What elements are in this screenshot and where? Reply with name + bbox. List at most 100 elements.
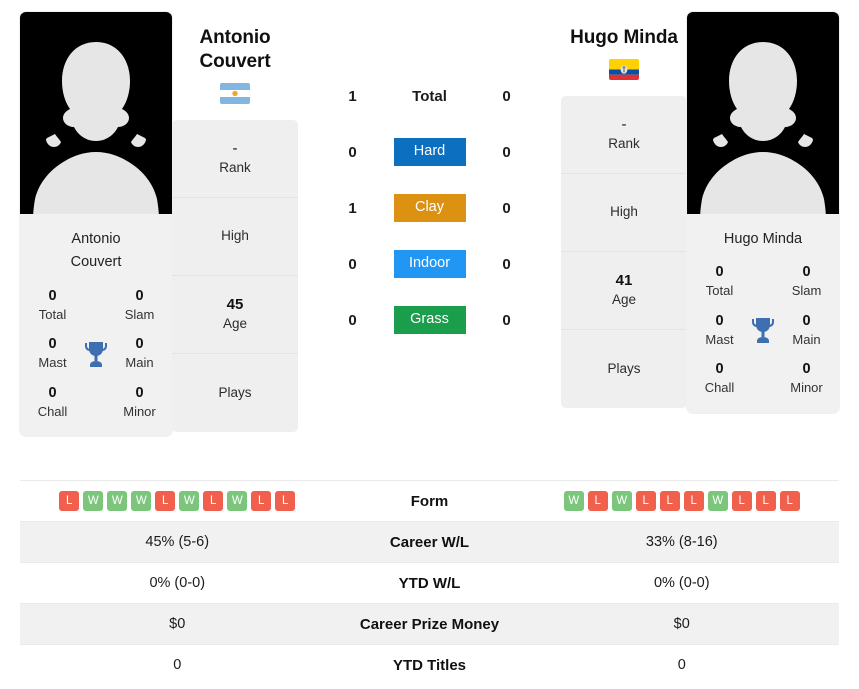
- player-photo-card-left[interactable]: Antonio Couvert 0 Total 0 Slam 0 Mast 0 …: [20, 12, 172, 437]
- info-row-plays-left: Plays: [172, 354, 298, 432]
- info-plays-label-right: Plays: [607, 360, 641, 376]
- form-badge-loss: L: [635, 491, 656, 511]
- trophy-total-right: 0 Total: [695, 263, 744, 299]
- h2h-grass-left-value: 0: [348, 311, 357, 329]
- photo-caption-line1-left: Antonio: [71, 231, 121, 247]
- trophy-slam-left: 0 Slam: [115, 287, 164, 323]
- info-age-label-left: Age: [222, 316, 248, 332]
- form-badge-loss: L: [155, 491, 176, 511]
- form-badges-right: WLWLLLWLLL: [563, 491, 800, 511]
- trophy-total-label-right: Total: [705, 283, 734, 299]
- player-name-left[interactable]: Antonio Couvert: [199, 26, 270, 74]
- trophy-mast-value-right: 0: [715, 312, 724, 329]
- stats-label-ytd-wl: YTD W/L: [398, 574, 461, 592]
- trophy-stats-right: 0 Total 0 Slam 0 Mast 0 Main 0 Chall 0 M…: [687, 263, 839, 413]
- form-badge-loss: L: [203, 491, 224, 511]
- trophy-main-label-right: Main: [792, 331, 821, 347]
- career-wl-left: 45% (5-6): [145, 534, 210, 550]
- ytd-titles-left: 0: [173, 657, 182, 673]
- trophy-minor-value-right: 0: [802, 361, 811, 378]
- trophy-main-right: 0 Main: [782, 312, 831, 348]
- h2h-grass-label-wrap: Grass: [376, 306, 484, 334]
- trophy-chall-left: 0 Chall: [28, 384, 77, 420]
- info-row-rank-right: - Rank: [561, 96, 687, 175]
- trophy-mast-left: 0 Mast: [28, 335, 77, 371]
- stats-label-career-prize-money: Career Prize Money: [359, 615, 500, 633]
- trophy-mast-value-left: 0: [48, 336, 57, 353]
- player-name-line1-right: Hugo Minda: [570, 27, 678, 48]
- h2h-clay-label-wrap: Clay: [376, 194, 484, 222]
- form-badges-left: LWWWLWLWLL: [59, 491, 296, 511]
- comparison-top-area: Antonio Couvert 0 Total 0 Slam 0 Mast 0 …: [0, 0, 859, 480]
- trophy-minor-left: 0 Minor: [115, 384, 164, 420]
- form-badge-win: W: [611, 491, 632, 511]
- trophy-minor-right: 0 Minor: [782, 360, 831, 396]
- trophy-chall-label-right: Chall: [704, 380, 735, 396]
- h2h-clay-left-value: 1: [348, 199, 357, 217]
- player-info-column-right: Hugo Minda - Rank High 41 Age Plays: [561, 12, 687, 409]
- h2h-total-label: Total: [412, 87, 447, 105]
- h2h-clay-right-value: 0: [502, 199, 511, 217]
- info-age-value-left: 45: [226, 296, 244, 314]
- stats-row-career-wl: 45% (5-6) Career W/L 33% (8-16): [20, 521, 839, 562]
- form-badge-loss: L: [683, 491, 704, 511]
- info-row-high-right: High: [561, 174, 687, 253]
- player-name-right[interactable]: Hugo Minda: [570, 26, 678, 50]
- stats-label-ytd-titles: YTD Titles: [392, 656, 467, 674]
- player-photo-card-right[interactable]: Hugo Minda 0 Total 0 Slam 0 Mast 0 Main …: [687, 12, 839, 413]
- h2h-total-right-value: 0: [502, 87, 511, 105]
- form-cell-left: LWWWLWLWLL: [20, 491, 335, 511]
- surface-badge-hard[interactable]: Hard: [393, 138, 466, 166]
- info-rank-label-left: Rank: [219, 160, 251, 176]
- trophy-chall-right: 0 Chall: [695, 360, 744, 396]
- h2h-row-hard: 0 Hard 0: [330, 124, 530, 180]
- trophy-icon: [752, 318, 774, 344]
- form-badge-win: W: [227, 491, 248, 511]
- player-photo-caption-left: Antonio Couvert: [20, 214, 172, 287]
- info-row-age-left: 45 Age: [172, 276, 298, 355]
- trophy-stats-left: 0 Total 0 Slam 0 Mast 0 Main 0 Chall 0 M…: [20, 286, 172, 437]
- form-badge-win: W: [107, 491, 128, 511]
- surface-badge-clay[interactable]: Clay: [393, 194, 466, 222]
- h2h-row-clay: 1 Clay 0: [330, 180, 530, 236]
- trophy-main-left: 0 Main: [115, 335, 164, 371]
- career-prize-money-left: $0: [169, 616, 186, 632]
- form-badge-loss: L: [275, 491, 296, 511]
- h2h-total-label-wrap: Total: [376, 88, 484, 105]
- info-age-value-right: 41: [615, 272, 633, 290]
- surface-badge-indoor[interactable]: Indoor: [393, 250, 466, 278]
- surface-badge-grass[interactable]: Grass: [393, 306, 466, 334]
- info-high-label-right: High: [610, 204, 638, 220]
- form-badge-win: W: [83, 491, 104, 511]
- trophy-total-value-right: 0: [715, 264, 724, 281]
- h2h-row-indoor: 0 Indoor 0: [330, 236, 530, 292]
- info-plays-label-left: Plays: [218, 384, 252, 400]
- form-badge-loss: L: [755, 491, 776, 511]
- trophy-main-value-left: 0: [135, 336, 144, 353]
- trophy-total-left: 0 Total: [28, 287, 77, 323]
- h2h-hard-left-value: 0: [348, 143, 357, 161]
- form-badge-loss: L: [587, 491, 608, 511]
- form-badge-loss: L: [779, 491, 800, 511]
- stats-row-career-prize-money: $0 Career Prize Money $0: [20, 603, 839, 644]
- ytd-wl-left: 0% (0-0): [149, 575, 206, 591]
- player-info-card-right: - Rank High 41 Age Plays: [561, 96, 687, 409]
- h2h-grass-right-value: 0: [502, 311, 511, 329]
- trophy-icon-wrap-left: [77, 340, 115, 368]
- form-badge-loss: L: [59, 491, 80, 511]
- trophy-slam-value-right: 0: [802, 264, 811, 281]
- ecuador-flag-icon: [609, 59, 639, 81]
- info-rank-value-left: -: [232, 140, 238, 158]
- career-wl-right: 33% (8-16): [645, 534, 718, 550]
- trophy-icon: [85, 341, 107, 367]
- h2h-row-grass: 0 Grass 0: [330, 292, 530, 348]
- h2h-indoor-left-value: 0: [348, 255, 357, 273]
- form-badge-loss: L: [251, 491, 272, 511]
- h2h-total-left-value: 1: [348, 87, 357, 105]
- info-rank-value-right: -: [621, 116, 627, 134]
- trophy-slam-right: 0 Slam: [782, 263, 831, 299]
- form-cell-right: WLWLLLWLLL: [525, 491, 840, 511]
- trophy-minor-label-left: Minor: [123, 403, 156, 419]
- ytd-titles-right: 0: [677, 657, 686, 673]
- trophy-chall-value-left: 0: [48, 384, 57, 401]
